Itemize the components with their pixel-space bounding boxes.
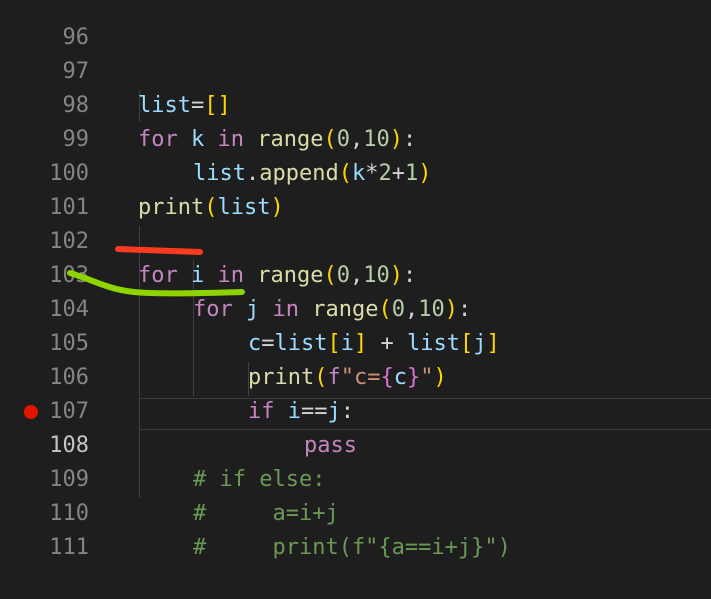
annotation-overlay (67, 246, 245, 297)
green-annotation-stroke (67, 270, 245, 297)
code-editor[interactable]: 96 97 list=[] 98 for k in range(0,10): 9… (0, 0, 711, 580)
red-annotation-stroke (115, 246, 203, 255)
